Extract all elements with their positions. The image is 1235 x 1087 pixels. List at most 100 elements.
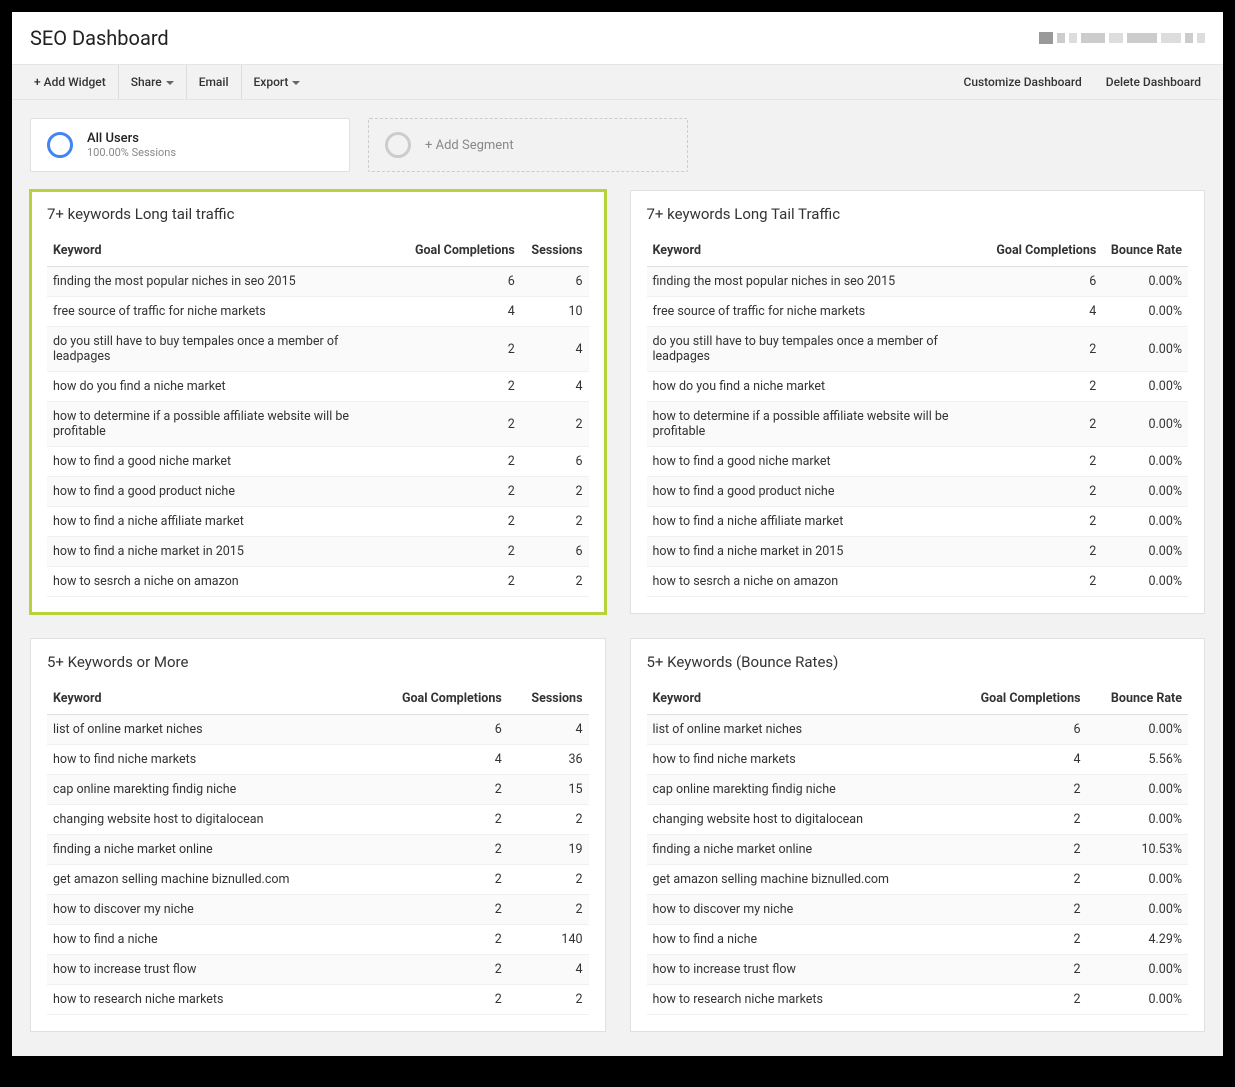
- table-row[interactable]: finding the most popular niches in seo 2…: [647, 267, 1189, 297]
- keyword-cell: how do you find a niche market: [47, 372, 401, 402]
- value-cell: 2: [401, 507, 521, 537]
- value-cell: 0.00%: [1102, 402, 1188, 447]
- table-row[interactable]: how to find niche markets45.56%: [647, 745, 1189, 775]
- table-row[interactable]: how to find a niche market in 201520.00%: [647, 537, 1189, 567]
- table-row[interactable]: how to discover my niche22: [47, 895, 589, 925]
- keyword-cell: how to find a niche: [647, 925, 950, 955]
- add-widget-button[interactable]: + Add Widget: [22, 65, 119, 99]
- table-row[interactable]: free source of traffic for niche markets…: [47, 297, 589, 327]
- segment-all-users[interactable]: All Users 100.00% Sessions: [30, 118, 350, 172]
- column-header[interactable]: Bounce Rate: [1087, 683, 1188, 715]
- table-row[interactable]: finding the most popular niches in seo 2…: [47, 267, 589, 297]
- add-segment-button[interactable]: + Add Segment: [368, 118, 688, 172]
- table-row[interactable]: how to find a niche market in 201526: [47, 537, 589, 567]
- table-row[interactable]: list of online market niches60.00%: [647, 715, 1189, 745]
- value-cell: 10.53%: [1087, 835, 1188, 865]
- value-cell: 2: [950, 895, 1087, 925]
- date-range-placeholder[interactable]: [1039, 32, 1205, 44]
- keyword-cell: finding a niche market online: [647, 835, 950, 865]
- keyword-cell: how to find a niche affiliate market: [47, 507, 401, 537]
- value-cell: 4: [987, 297, 1102, 327]
- table-row[interactable]: free source of traffic for niche markets…: [647, 297, 1189, 327]
- add-segment-label: + Add Segment: [425, 138, 514, 153]
- value-cell: 19: [508, 835, 589, 865]
- table-row[interactable]: cap online marekting findig niche215: [47, 775, 589, 805]
- keyword-cell: how to find a niche: [47, 925, 365, 955]
- table-row[interactable]: how to sesrch a niche on amazon20.00%: [647, 567, 1189, 597]
- table-row[interactable]: how to find a good niche market26: [47, 447, 589, 477]
- value-cell: 0.00%: [1087, 805, 1188, 835]
- value-cell: 2: [987, 402, 1102, 447]
- table-row[interactable]: how do you find a niche market20.00%: [647, 372, 1189, 402]
- table-row[interactable]: how do you find a niche market24: [47, 372, 589, 402]
- column-header[interactable]: Goal Completions: [987, 235, 1102, 267]
- keyword-cell: how to find a niche affiliate market: [647, 507, 987, 537]
- table-row[interactable]: do you still have to buy tempales once a…: [47, 327, 589, 372]
- segment-bar: All Users 100.00% Sessions + Add Segment: [12, 100, 1223, 190]
- table-row[interactable]: how to research niche markets22: [47, 985, 589, 1015]
- column-header[interactable]: Goal Completions: [950, 683, 1087, 715]
- table-row[interactable]: how to determine if a possible affiliate…: [47, 402, 589, 447]
- value-cell: 2: [508, 805, 589, 835]
- table-row[interactable]: do you still have to buy tempales once a…: [647, 327, 1189, 372]
- keyword-cell: how to research niche markets: [647, 985, 950, 1015]
- column-header[interactable]: Sessions: [508, 683, 589, 715]
- table-row[interactable]: how to find a niche24.29%: [647, 925, 1189, 955]
- value-cell: 0.00%: [1087, 985, 1188, 1015]
- column-header[interactable]: Keyword: [647, 683, 950, 715]
- column-header[interactable]: Keyword: [47, 683, 365, 715]
- table-row[interactable]: how to increase trust flow20.00%: [647, 955, 1189, 985]
- table-row[interactable]: cap online marekting findig niche20.00%: [647, 775, 1189, 805]
- column-header[interactable]: Keyword: [647, 235, 987, 267]
- keyword-cell: how to find a good product niche: [647, 477, 987, 507]
- keyword-cell: cap online marekting findig niche: [647, 775, 950, 805]
- keyword-cell: how to find a good niche market: [647, 447, 987, 477]
- email-button[interactable]: Email: [187, 65, 242, 99]
- table-row[interactable]: changing website host to digitalocean20.…: [647, 805, 1189, 835]
- share-menu[interactable]: Share: [119, 65, 187, 99]
- value-cell: 0.00%: [1087, 865, 1188, 895]
- table-row[interactable]: how to find a niche affiliate market22: [47, 507, 589, 537]
- export-menu[interactable]: Export: [242, 65, 313, 99]
- table-row[interactable]: how to find a niche affiliate market20.0…: [647, 507, 1189, 537]
- table-row[interactable]: how to find a good product niche22: [47, 477, 589, 507]
- table-row[interactable]: how to find niche markets436: [47, 745, 589, 775]
- value-cell: 2: [508, 985, 589, 1015]
- value-cell: 2: [365, 835, 508, 865]
- table-row[interactable]: changing website host to digitalocean22: [47, 805, 589, 835]
- table-row[interactable]: get amazon selling machine biznulled.com…: [47, 865, 589, 895]
- table-row[interactable]: finding a niche market online210.53%: [647, 835, 1189, 865]
- table-row[interactable]: how to find a niche2140: [47, 925, 589, 955]
- table-row[interactable]: how to increase trust flow24: [47, 955, 589, 985]
- column-header[interactable]: Bounce Rate: [1102, 235, 1188, 267]
- table-row[interactable]: how to determine if a possible affiliate…: [647, 402, 1189, 447]
- table-row[interactable]: how to research niche markets20.00%: [647, 985, 1189, 1015]
- value-cell: 2: [950, 865, 1087, 895]
- table-row[interactable]: how to find a good product niche20.00%: [647, 477, 1189, 507]
- column-header[interactable]: Goal Completions: [365, 683, 508, 715]
- table-row[interactable]: how to sesrch a niche on amazon22: [47, 567, 589, 597]
- keyword-cell: how to determine if a possible affiliate…: [47, 402, 401, 447]
- keyword-cell: how to find niche markets: [47, 745, 365, 775]
- value-cell: 2: [987, 507, 1102, 537]
- value-cell: 2: [401, 327, 521, 372]
- column-header[interactable]: Sessions: [521, 235, 589, 267]
- table-row[interactable]: how to discover my niche20.00%: [647, 895, 1189, 925]
- value-cell: 2: [950, 925, 1087, 955]
- delete-dashboard-link[interactable]: Delete Dashboard: [1094, 65, 1213, 99]
- widget-title: 7+ keywords Long Tail Traffic: [631, 191, 1205, 227]
- table-row[interactable]: how to find a good niche market20.00%: [647, 447, 1189, 477]
- customize-dashboard-link[interactable]: Customize Dashboard: [952, 65, 1094, 99]
- table-row[interactable]: list of online market niches64: [47, 715, 589, 745]
- value-cell: 0.00%: [1102, 372, 1188, 402]
- column-header[interactable]: Goal Completions: [401, 235, 521, 267]
- value-cell: 2: [987, 567, 1102, 597]
- value-cell: 2: [987, 327, 1102, 372]
- keyword-cell: changing website host to digitalocean: [47, 805, 365, 835]
- table-row[interactable]: get amazon selling machine biznulled.com…: [647, 865, 1189, 895]
- table-row[interactable]: finding a niche market online219: [47, 835, 589, 865]
- widget: 7+ keywords Long tail trafficKeywordGoal…: [30, 190, 606, 614]
- column-header[interactable]: Keyword: [47, 235, 401, 267]
- value-cell: 2: [401, 567, 521, 597]
- value-cell: 2: [508, 895, 589, 925]
